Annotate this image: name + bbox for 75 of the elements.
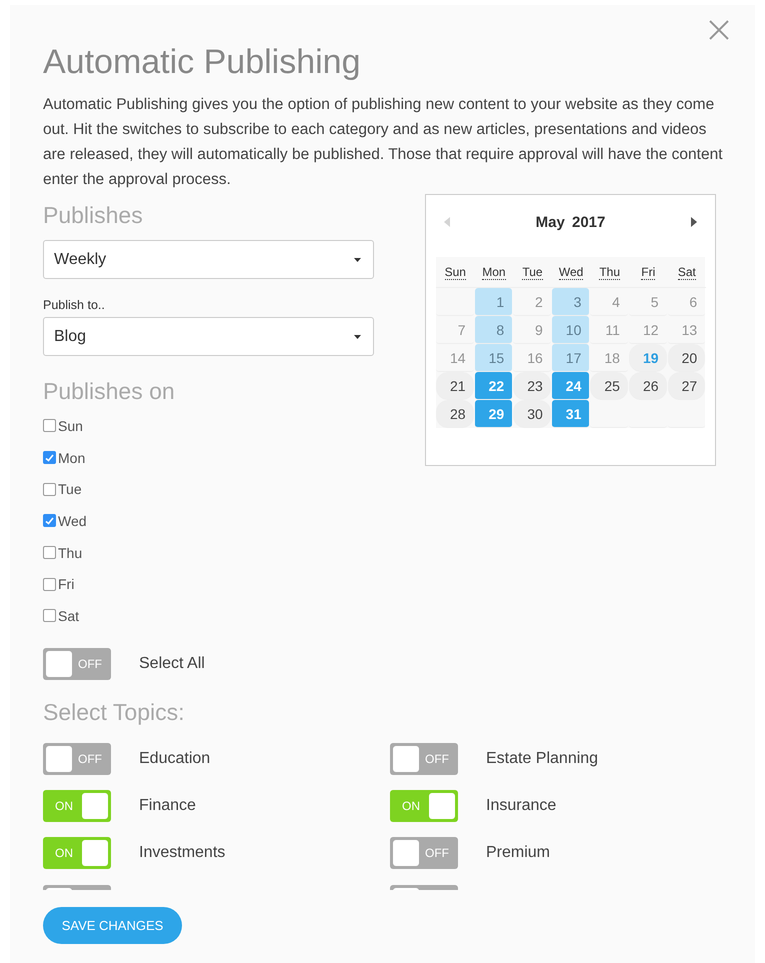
toggle-switch[interactable]: OFF: [390, 742, 458, 775]
weekday-label: Mon: [482, 265, 506, 280]
calendar-day[interactable]: 24: [552, 372, 590, 400]
day-label: Wed: [58, 512, 87, 529]
section-heading: Select Topics:: [43, 698, 186, 726]
calendar-month: May 2017: [536, 214, 606, 230]
calendar-day[interactable]: 1: [474, 288, 512, 316]
weekday-label: Thu: [599, 265, 620, 280]
toggle-switch[interactable]: OFF: [43, 648, 111, 680]
day-label: Sun: [58, 418, 83, 434]
toggle-switch[interactable]: OFF: [43, 742, 111, 775]
day-label: Fri: [58, 576, 74, 592]
day-label: Tue: [58, 481, 82, 498]
checkbox[interactable]: [43, 546, 56, 560]
topic-label: Premium: [486, 844, 550, 862]
checkbox[interactable]: [43, 578, 56, 591]
calendar-day[interactable]: 4: [590, 288, 628, 316]
weekday-label: Fri: [641, 265, 656, 280]
day-label: Mon: [58, 450, 86, 466]
calendar-day[interactable]: 26: [628, 372, 667, 400]
calendar-day[interactable]: 28: [436, 400, 474, 428]
field-label: Publish to..: [43, 298, 106, 312]
topic-label: Insurance: [486, 797, 556, 816]
weekday-label: Wed: [558, 265, 584, 280]
day-label: Thu: [58, 544, 82, 561]
calendar-day[interactable]: 15: [474, 344, 512, 372]
calendar-day[interactable]: 6: [668, 288, 706, 316]
topic-label: Education: [139, 750, 210, 768]
section-heading: Publishes: [43, 201, 144, 229]
next-arrow-icon[interactable]: [691, 217, 697, 227]
calendar-day[interactable]: 21: [436, 372, 474, 400]
calendar-day[interactable]: 22: [474, 372, 512, 400]
topic-label: Estate Planning: [486, 750, 598, 768]
checkbox[interactable]: [43, 451, 56, 464]
calendar-day[interactable]: 5: [628, 288, 667, 316]
toggle-switch[interactable]: OFF: [390, 837, 458, 870]
toggle-switch[interactable]: ON: [43, 790, 111, 822]
calendar-day[interactable]: 31: [552, 400, 590, 428]
calendar-day[interactable]: 30: [513, 400, 551, 428]
dropdown[interactable]: Weekly: [43, 240, 374, 279]
topic-label: Investments: [139, 844, 226, 862]
toggle-switch[interactable]: ON: [390, 790, 458, 822]
checkbox[interactable]: [43, 482, 56, 496]
weekday-label: Sun: [444, 265, 466, 280]
calendar-day[interactable]: 20: [668, 344, 706, 372]
checkbox[interactable]: [43, 609, 56, 622]
calendar-day[interactable]: 10: [552, 316, 590, 344]
calendar-day[interactable]: 9: [513, 316, 551, 344]
checkbox[interactable]: [43, 419, 56, 432]
calendar-day[interactable]: 11: [590, 316, 628, 344]
topic-label: Finance: [139, 797, 196, 816]
toggle-switch[interactable]: ON: [43, 837, 111, 870]
caret-icon: [354, 258, 361, 262]
save-changes-button[interactable]: SAVE CHANGES: [43, 907, 182, 944]
dropdown[interactable]: Blog: [43, 317, 374, 356]
dialog-title: Automatic Publishing: [43, 42, 362, 82]
calendar-day[interactable]: 7: [436, 316, 474, 344]
weekday-label: Tue: [522, 265, 543, 280]
day-label: Sat: [58, 608, 80, 624]
calendar-day[interactable]: 25: [590, 372, 628, 400]
select-all-label: Select All: [139, 655, 205, 674]
description: Automatic Publishing gives you the option of publishing new content to your website as they come out. Hit the switches to subscribe to each category and as new articles, presentations and videos are released, they will automatically be published. Those that require approval will have the content enter the approval process.: [43, 95, 724, 190]
calendar-day[interactable]: 2: [513, 288, 551, 316]
section-heading: Publishes on: [43, 377, 176, 405]
calendar-day[interactable]: 3: [552, 288, 590, 316]
calendar-day[interactable]: 23: [513, 372, 551, 400]
caret-icon: [354, 334, 361, 338]
calendar-day[interactable]: 8: [474, 316, 512, 344]
checkbox[interactable]: [43, 514, 56, 528]
close-icon[interactable]: [709, 20, 729, 40]
weekday-label: Sat: [678, 265, 696, 280]
calendar-day[interactable]: 29: [474, 400, 512, 428]
calendar-day[interactable]: 17: [552, 344, 590, 372]
calendar-day[interactable]: 19: [628, 344, 667, 372]
calendar-day[interactable]: 27: [668, 372, 706, 400]
